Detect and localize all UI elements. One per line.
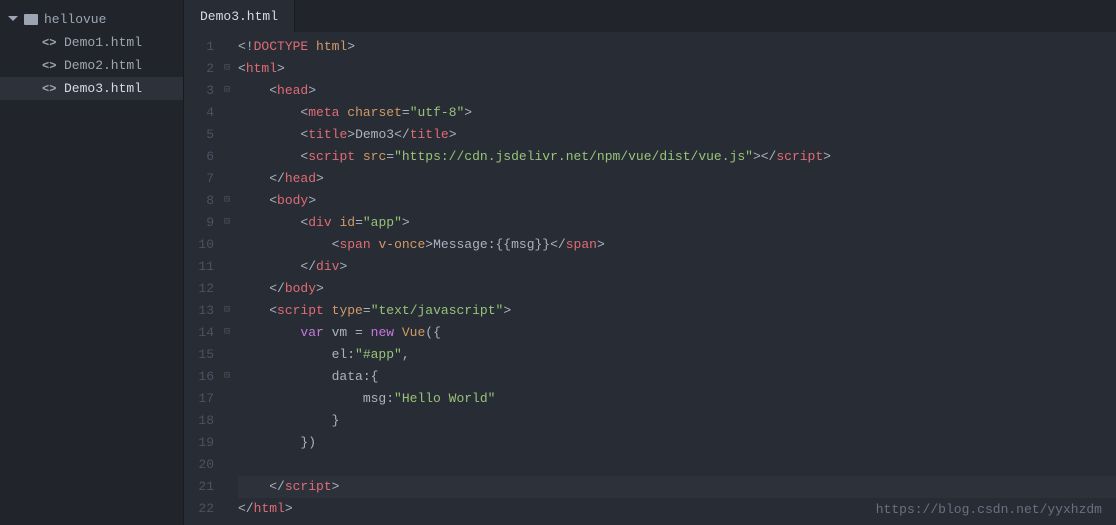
line-number: 22 — [184, 498, 214, 520]
code-line[interactable]: }) — [238, 432, 1116, 454]
line-number: 17 — [184, 388, 214, 410]
fold-marker[interactable]: ⊟ — [224, 322, 238, 344]
file-explorer: hellovue <> Demo1.html <> Demo2.html <> Demo3… — [0, 0, 184, 525]
tab-demo3[interactable]: Demo3.html — [184, 0, 295, 32]
code-line[interactable]: } — [238, 410, 1116, 432]
line-number: 13 — [184, 300, 214, 322]
fold-marker — [224, 454, 238, 476]
line-number: 20 — [184, 454, 214, 476]
fold-marker[interactable]: ⊟ — [224, 58, 238, 80]
code-line[interactable]: <body> — [238, 190, 1116, 212]
line-number: 1 — [184, 36, 214, 58]
editor-content[interactable]: 12345678910111213141516171819202122 ⊟⊟⊟⊟… — [184, 32, 1116, 525]
line-number: 9 — [184, 212, 214, 234]
line-number: 4 — [184, 102, 214, 124]
file-item[interactable]: <> Demo3.html — [0, 77, 183, 100]
code-file-icon: <> — [42, 82, 58, 96]
code-line[interactable]: </head> — [238, 168, 1116, 190]
file-label: Demo3.html — [64, 81, 142, 96]
code-line[interactable]: <head> — [238, 80, 1116, 102]
code-line[interactable]: <title>Demo3</title> — [238, 124, 1116, 146]
fold-marker — [224, 146, 238, 168]
line-number: 14 — [184, 322, 214, 344]
fold-marker — [224, 168, 238, 190]
code-line[interactable]: <span v-once>Message:{{msg}}</span> — [238, 234, 1116, 256]
code-line[interactable]: el:"#app", — [238, 344, 1116, 366]
fold-marker — [224, 498, 238, 520]
line-number: 19 — [184, 432, 214, 454]
fold-marker[interactable]: ⊟ — [224, 212, 238, 234]
line-number: 11 — [184, 256, 214, 278]
fold-marker — [224, 256, 238, 278]
code-file-icon: <> — [42, 59, 58, 73]
line-number: 15 — [184, 344, 214, 366]
code-line[interactable]: msg:"Hello World" — [238, 388, 1116, 410]
code-line[interactable]: <div id="app"> — [238, 212, 1116, 234]
code-line[interactable]: var vm = new Vue({ — [238, 322, 1116, 344]
code-line[interactable]: <!DOCTYPE html> — [238, 36, 1116, 58]
line-number: 5 — [184, 124, 214, 146]
code-line[interactable]: <script type="text/javascript"> — [238, 300, 1116, 322]
fold-marker — [224, 476, 238, 498]
fold-marker — [224, 102, 238, 124]
code-line[interactable]: <meta charset="utf-8"> — [238, 102, 1116, 124]
fold-column: ⊟⊟⊟⊟⊟⊟⊟ — [224, 32, 238, 525]
file-label: Demo2.html — [64, 58, 142, 73]
fold-marker[interactable]: ⊟ — [224, 366, 238, 388]
line-number: 10 — [184, 234, 214, 256]
tab-label: Demo3.html — [200, 9, 278, 24]
code-line[interactable]: data:{ — [238, 366, 1116, 388]
tab-bar: Demo3.html — [184, 0, 1116, 32]
folder-label: hellovue — [44, 12, 106, 27]
line-number-gutter: 12345678910111213141516171819202122 — [184, 32, 224, 525]
line-number: 18 — [184, 410, 214, 432]
code-line[interactable]: </div> — [238, 256, 1116, 278]
fold-marker — [224, 124, 238, 146]
code-line[interactable]: <script src="https://cdn.jsdelivr.net/np… — [238, 146, 1116, 168]
line-number: 8 — [184, 190, 214, 212]
file-item[interactable]: <> Demo1.html — [0, 31, 183, 54]
line-number: 3 — [184, 80, 214, 102]
fold-marker — [224, 234, 238, 256]
code-line[interactable]: <html> — [238, 58, 1116, 80]
fold-marker[interactable]: ⊟ — [224, 80, 238, 102]
fold-marker — [224, 344, 238, 366]
fold-marker — [224, 278, 238, 300]
code-line[interactable]: </body> — [238, 278, 1116, 300]
fold-marker[interactable]: ⊟ — [224, 190, 238, 212]
fold-marker[interactable]: ⊟ — [224, 300, 238, 322]
fold-marker — [224, 432, 238, 454]
code-file-icon: <> — [42, 36, 58, 50]
editor-area: Demo3.html 12345678910111213141516171819… — [184, 0, 1116, 525]
file-item[interactable]: <> Demo2.html — [0, 54, 183, 77]
file-label: Demo1.html — [64, 35, 142, 50]
code-line[interactable]: </script> — [238, 476, 1116, 498]
fold-marker — [224, 388, 238, 410]
line-number: 2 — [184, 58, 214, 80]
chevron-down-icon — [8, 16, 18, 24]
watermark: https://blog.csdn.net/yyxhzdm — [876, 502, 1102, 517]
line-number: 7 — [184, 168, 214, 190]
folder-icon — [24, 14, 38, 25]
code-line[interactable] — [238, 454, 1116, 476]
folder-item[interactable]: hellovue — [0, 8, 183, 31]
line-number: 21 — [184, 476, 214, 498]
fold-marker — [224, 410, 238, 432]
fold-marker — [224, 36, 238, 58]
line-number: 16 — [184, 366, 214, 388]
line-number: 6 — [184, 146, 214, 168]
line-number: 12 — [184, 278, 214, 300]
code-area[interactable]: <!DOCTYPE html><html> <head> <meta chars… — [238, 32, 1116, 525]
